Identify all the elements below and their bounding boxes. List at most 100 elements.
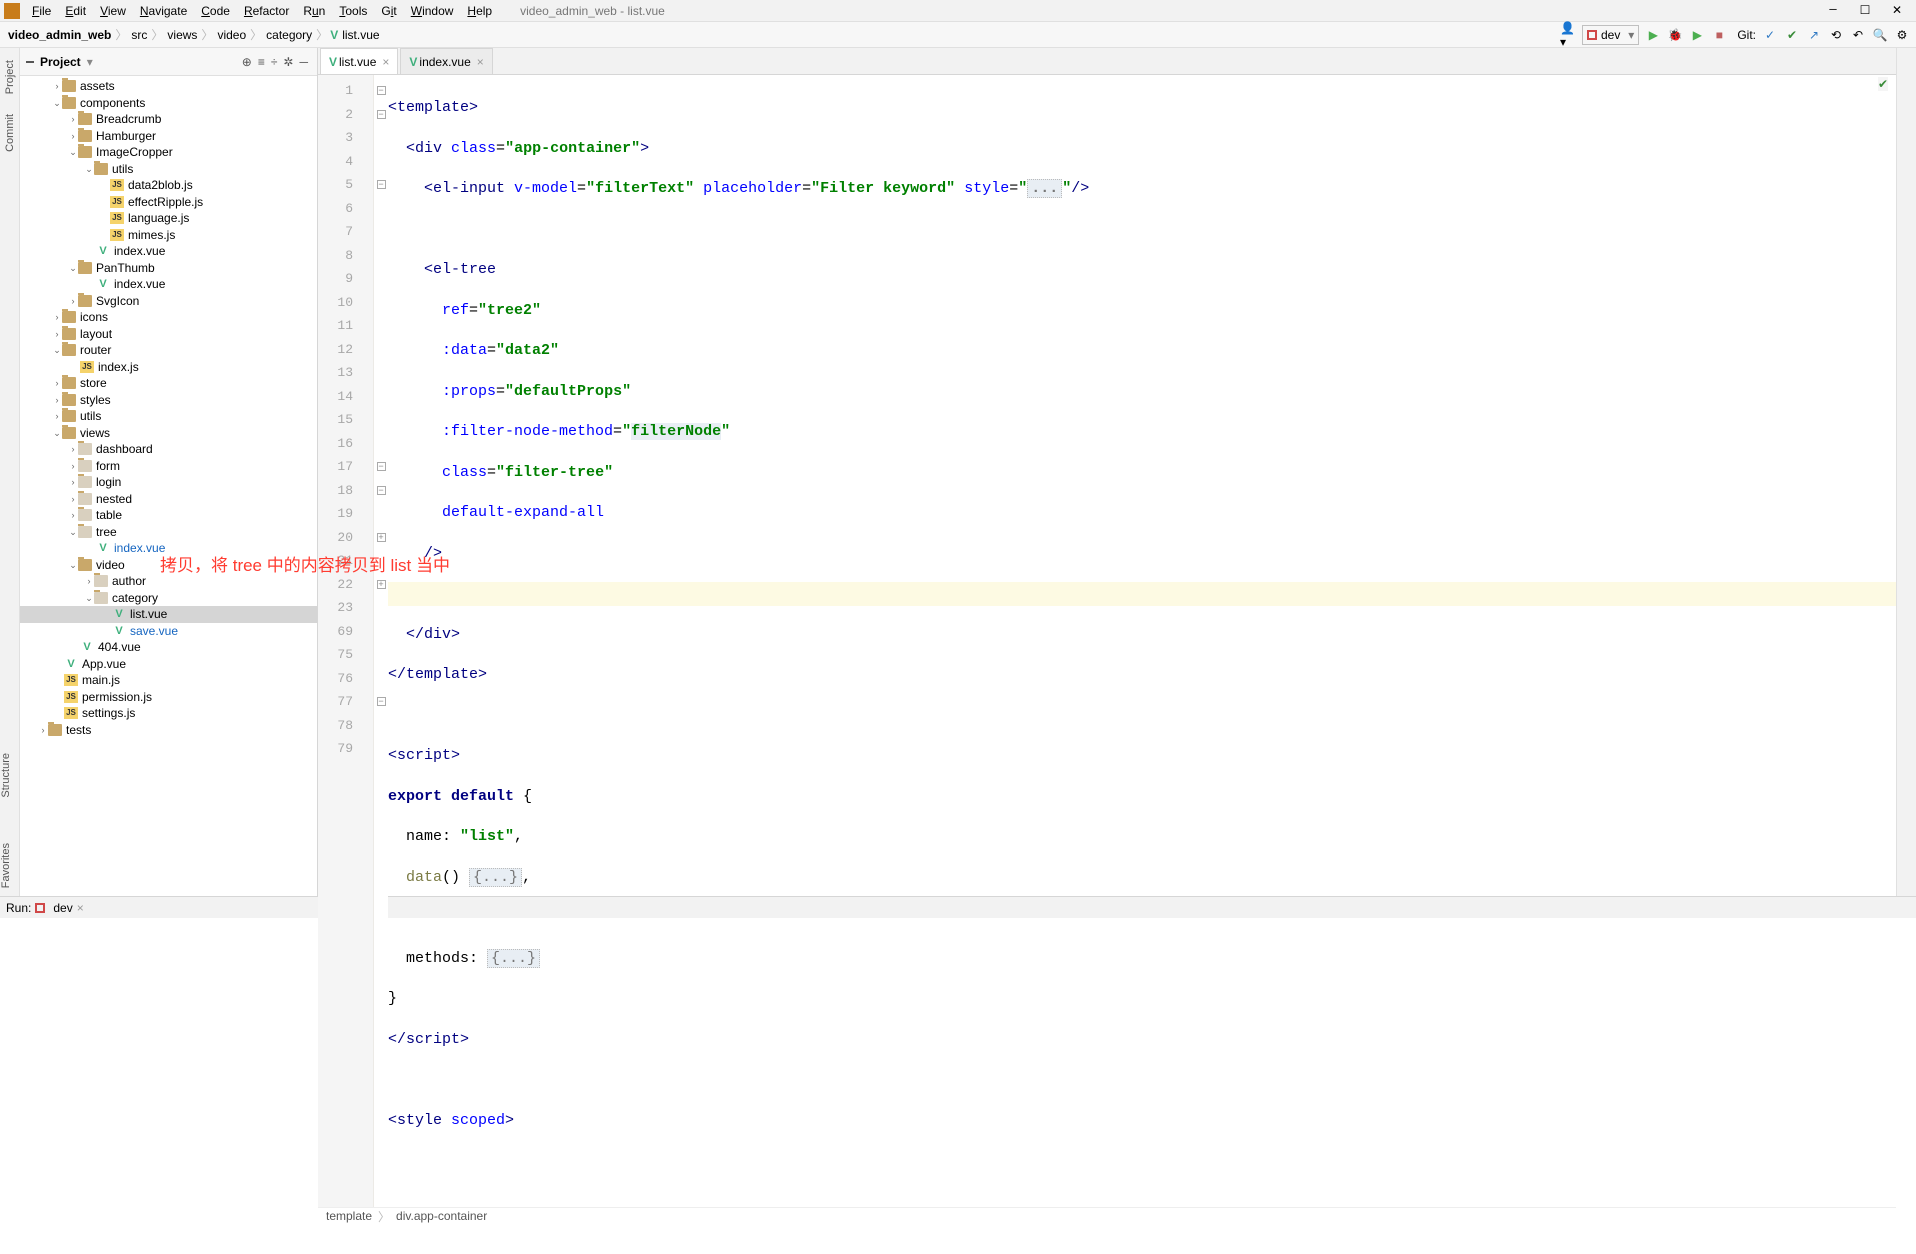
tree-mainjs[interactable]: main.js — [82, 672, 120, 688]
crumb-category[interactable]: category — [266, 28, 312, 42]
crumb-file[interactable]: list.vue — [342, 28, 379, 42]
menu-edit[interactable]: Edit — [59, 2, 92, 20]
expand-all-icon[interactable]: ≡ — [258, 55, 265, 69]
side-project-tab[interactable]: Project — [4, 60, 16, 94]
tree-mimes[interactable]: mimes.js — [128, 227, 175, 243]
git-rollback-icon[interactable]: ↶ — [1850, 27, 1866, 43]
stop-button[interactable]: ■ — [1711, 27, 1727, 43]
git-history-icon[interactable]: ⟲ — [1828, 27, 1844, 43]
code-editor[interactable]: <template> <div class="app-container"> <… — [388, 75, 1896, 1207]
crumb-root[interactable]: video_admin_web — [8, 28, 111, 42]
editor-breadcrumb: template 〉 div.app-container — [318, 1207, 1896, 1225]
tree-svgicon[interactable]: SvgIcon — [96, 293, 139, 309]
hide-panel-icon[interactable]: ─ — [299, 55, 308, 69]
menu-navigate[interactable]: Navigate — [134, 2, 193, 20]
tree-router[interactable]: router — [80, 342, 111, 358]
search-icon[interactable]: 🔍 — [1872, 27, 1888, 43]
tree-assets[interactable]: assets — [80, 78, 115, 94]
fold-rail[interactable]: − − − − − + + − — [374, 75, 388, 1207]
menu-help[interactable]: Help — [461, 2, 498, 20]
tree-styles[interactable]: styles — [80, 392, 111, 408]
close-tab-icon[interactable]: × — [382, 55, 389, 69]
tree-imagecropper[interactable]: ImageCropper — [96, 144, 173, 160]
breadcrumb: video_admin_web 〉 src 〉 views 〉 video 〉 … — [6, 26, 382, 43]
inspection-ok-icon[interactable]: ✔ — [1878, 77, 1888, 91]
tab-indexvue[interactable]: V index.vue × — [400, 48, 492, 74]
project-header-label[interactable]: Project — [40, 55, 81, 69]
tree-404vue[interactable]: 404.vue — [98, 639, 141, 655]
tree-views[interactable]: views — [80, 425, 110, 441]
tree-indexjs[interactable]: index.js — [98, 359, 139, 375]
tree-author[interactable]: author — [112, 573, 146, 589]
tree-video[interactable]: video — [96, 557, 125, 573]
tree-breadcrumb[interactable]: Breadcrumb — [96, 111, 161, 127]
tree-appvue[interactable]: App.vue — [82, 656, 126, 672]
tree-store[interactable]: store — [80, 375, 107, 391]
tab-listvue[interactable]: V list.vue × — [320, 48, 398, 74]
tree-utils[interactable]: utils — [112, 161, 133, 177]
collapse-all-icon[interactable]: ÷ — [271, 55, 278, 69]
menu-refactor[interactable]: Refactor — [238, 2, 295, 20]
ecrumb-div[interactable]: div.app-container — [396, 1209, 487, 1223]
git-update-icon[interactable]: ✓ — [1762, 27, 1778, 43]
settings-gear-icon[interactable]: ✲ — [283, 55, 293, 69]
crumb-video[interactable]: video — [217, 28, 246, 42]
menu-view[interactable]: View — [94, 2, 132, 20]
settings-icon[interactable]: ⚙ — [1894, 27, 1910, 43]
tree-savevue[interactable]: save.vue — [130, 623, 178, 639]
tree-tests[interactable]: tests — [66, 722, 91, 738]
tree-listvue[interactable]: list.vue — [130, 606, 167, 622]
minimize-button[interactable]: ─ — [1826, 3, 1840, 18]
editor-tabs: V list.vue × V index.vue × — [318, 48, 1896, 75]
tree-settings[interactable]: settings.js — [82, 705, 135, 721]
run-tool-tab[interactable]: Run: dev × — [6, 901, 84, 915]
tree-indexvue3[interactable]: index.vue — [114, 540, 165, 556]
project-tree[interactable]: ›assets ⌄components ›Breadcrumb ›Hamburg… — [20, 76, 317, 896]
tree-layout[interactable]: layout — [80, 326, 112, 342]
side-commit-tab[interactable]: Commit — [4, 114, 16, 152]
ecrumb-template[interactable]: template — [326, 1209, 372, 1223]
user-icon[interactable]: 👤▾ — [1560, 27, 1576, 43]
side-favorites-tab[interactable]: Favorites — [0, 843, 12, 888]
close-button[interactable]: ✕ — [1890, 3, 1904, 18]
run-config-dropdown[interactable]: dev — [1582, 25, 1639, 45]
git-commit-icon[interactable]: ✔ — [1784, 27, 1800, 43]
crumb-views[interactable]: views — [167, 28, 197, 42]
tree-effectripple[interactable]: effectRipple.js — [128, 194, 203, 210]
tree-login[interactable]: login — [96, 474, 121, 490]
menu-window[interactable]: Window — [405, 2, 460, 20]
maximize-button[interactable]: ☐ — [1858, 3, 1872, 18]
tree-hamburger[interactable]: Hamburger — [96, 128, 156, 144]
tree-panthumb[interactable]: PanThumb — [96, 260, 155, 276]
menu-git[interactable]: Git — [375, 2, 402, 20]
crumb-src[interactable]: src — [131, 28, 147, 42]
tree-components[interactable]: components — [80, 95, 145, 111]
menu-file[interactable]: File — [26, 2, 57, 20]
menu-code[interactable]: Code — [195, 2, 236, 20]
menu-tools[interactable]: Tools — [333, 2, 373, 20]
tree-permission[interactable]: permission.js — [82, 689, 152, 705]
menu-run[interactable]: Run — [297, 2, 331, 20]
git-label: Git: — [1737, 28, 1756, 42]
tree-indexvue2[interactable]: index.vue — [114, 276, 165, 292]
tree-table[interactable]: table — [96, 507, 122, 523]
select-open-file-icon[interactable]: ⊕ — [242, 55, 252, 69]
coverage-button[interactable]: ▶ — [1689, 27, 1705, 43]
tree-dashboard[interactable]: dashboard — [96, 441, 153, 457]
tree-tree[interactable]: tree — [96, 524, 117, 540]
tree-form[interactable]: form — [96, 458, 120, 474]
close-tab-icon[interactable]: × — [477, 55, 484, 69]
side-structure-tab[interactable]: Structure — [0, 753, 12, 798]
run-button[interactable]: ▶ — [1645, 27, 1661, 43]
tree-category[interactable]: category — [112, 590, 158, 606]
git-push-icon[interactable]: ↗ — [1806, 27, 1822, 43]
tree-language[interactable]: language.js — [128, 210, 189, 226]
tree-nested[interactable]: nested — [96, 491, 132, 507]
tree-indexvue1[interactable]: index.vue — [114, 243, 165, 259]
tree-data2blob[interactable]: data2blob.js — [128, 177, 193, 193]
tree-icons[interactable]: icons — [80, 309, 108, 325]
debug-button[interactable]: 🐞 — [1667, 27, 1683, 43]
vue-icon: V — [329, 55, 337, 69]
toolbar-right: 👤▾ dev ▶ 🐞 ▶ ■ Git: ✓ ✔ ↗ ⟲ ↶ 🔍 ⚙ — [1560, 25, 1910, 45]
tree-utils2[interactable]: utils — [80, 408, 101, 424]
